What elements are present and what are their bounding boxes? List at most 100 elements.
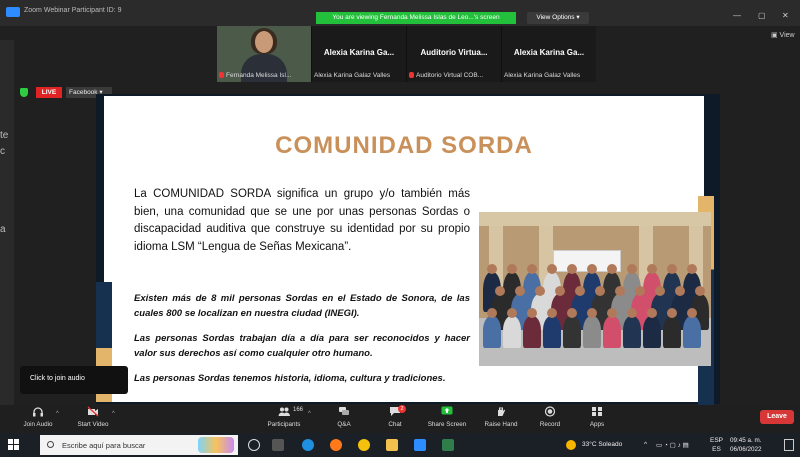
clock[interactable]: 09:45 a. m. 06/06/2022	[730, 436, 762, 454]
participants-label: Participants	[267, 421, 301, 428]
show-hidden-icons-chevron-icon[interactable]: ^	[644, 441, 647, 448]
file-explorer-icon[interactable]	[386, 439, 398, 451]
slide-title: COMUNIDAD SORDA	[275, 132, 533, 159]
apps-icon	[592, 407, 602, 416]
photo-person-head	[595, 286, 605, 296]
windows-taskbar: Escribe aquí para buscar 33°C Soleado ^ …	[0, 433, 800, 457]
close-window-button[interactable]: ✕	[782, 11, 789, 20]
layout-code: ES	[712, 446, 721, 453]
participant-strip: Fernanda Melissa Isl... Alexia Karina Ga…	[217, 26, 596, 82]
cortana-icon[interactable]	[248, 439, 260, 451]
photo-person	[683, 316, 701, 348]
participants-count: 166	[293, 407, 304, 413]
tooltip-text: Click to join audio	[30, 375, 85, 382]
photo-person-head	[635, 286, 645, 296]
app-taskbar-icon[interactable]	[442, 439, 454, 451]
photo-person-head	[487, 264, 497, 274]
zoom-taskbar-icon[interactable]	[414, 439, 426, 451]
photo-person-head	[627, 264, 637, 274]
photo-person-head	[527, 264, 537, 274]
maximize-button[interactable]: ▢	[758, 11, 766, 20]
background-text-fragment: te	[0, 130, 9, 141]
viewing-screen-banner: You are viewing Fernanda Melissa Islas d…	[316, 12, 516, 24]
title-bar: Zoom Webinar Participant ID: 9 You are v…	[0, 0, 800, 26]
apps-button[interactable]: Apps	[584, 406, 610, 433]
notifications-icon[interactable]	[784, 439, 794, 451]
task-view-icon[interactable]	[272, 439, 284, 451]
participant-name: Alexia Karina Ga...	[323, 48, 395, 57]
photo-person-head	[507, 308, 517, 318]
background-text-fragment: a	[0, 224, 6, 235]
participant-tile[interactable]: Auditorio Virtua... Auditorio Virtual CO…	[407, 26, 501, 82]
chat-unread-badge: 2	[398, 405, 406, 413]
photo-person-head	[615, 286, 625, 296]
share-screen-button[interactable]: Share Screen	[425, 406, 469, 433]
photo-person-head	[607, 264, 617, 274]
photo-person-head	[687, 308, 697, 318]
audio-options-chevron-icon[interactable]: ^	[56, 411, 59, 417]
weather-text[interactable]: 33°C Soleado	[582, 441, 622, 448]
participant-label: Alexia Karina Galaz Valles	[504, 72, 581, 79]
qa-button[interactable]: Q&A	[330, 406, 358, 433]
video-off-icon	[87, 406, 99, 417]
join-audio-tooltip: Click to join audio	[20, 366, 128, 394]
raise-hand-button[interactable]: Raise Hand	[482, 406, 520, 433]
slide-paragraph: La COMUNIDAD SORDA significa un grupo y/…	[134, 188, 470, 253]
apps-label: Apps	[589, 421, 605, 428]
view-options-button[interactable]: View Options ▾	[527, 12, 589, 24]
sun-icon	[566, 440, 576, 450]
photo-person-head	[567, 264, 577, 274]
chrome-icon[interactable]	[358, 439, 370, 451]
window-title: Zoom Webinar Participant ID: 9	[24, 7, 122, 14]
clock-date: 06/06/2022	[730, 446, 762, 453]
qa-label: Q&A	[337, 421, 351, 428]
group-photo	[479, 212, 711, 366]
taskbar-search-input[interactable]: Escribe aquí para buscar	[40, 435, 238, 455]
participant-label: Alexia Karina Galaz Valles	[314, 72, 391, 79]
gallery-view-button[interactable]: ▣ View	[771, 31, 795, 39]
join-audio-label: Join Audio	[23, 421, 53, 428]
record-button[interactable]: Record	[536, 406, 564, 433]
leave-button[interactable]: Leave	[760, 410, 794, 424]
language-indicator[interactable]: ESP ES	[710, 436, 723, 454]
participants-icon	[278, 407, 290, 416]
edge-browser-icon[interactable]	[302, 439, 314, 451]
photo-person	[523, 316, 541, 348]
participant-tile-video[interactable]: Fernanda Melissa Isl...	[217, 26, 311, 82]
photo-person-head	[667, 264, 677, 274]
video-options-chevron-icon[interactable]: ^	[112, 411, 115, 417]
record-icon	[544, 406, 556, 417]
photo-person-head	[547, 308, 557, 318]
background-window-edge: te c a	[0, 40, 14, 410]
firefox-icon[interactable]	[330, 439, 342, 451]
system-tray-icons[interactable]: ▭ ◔ ▢ ♪ ▤	[656, 441, 689, 449]
photo-person	[483, 316, 501, 348]
photo-person	[663, 316, 681, 348]
minimize-button[interactable]: —	[733, 11, 741, 20]
qa-bubble-icon	[339, 407, 349, 415]
language-code: ESP	[710, 437, 724, 444]
participant-label: Auditorio Virtual COB...	[416, 72, 484, 79]
photo-person-head	[675, 286, 685, 296]
photo-person-head	[495, 286, 505, 296]
photo-person	[643, 316, 661, 348]
photo-person-head	[487, 308, 497, 318]
photo-crowd	[483, 264, 709, 356]
participant-tile[interactable]: Alexia Karina Ga... Alexia Karina Galaz …	[502, 26, 596, 82]
zoom-logo-icon	[6, 7, 20, 17]
presentation-slide: COMUNIDAD SORDA La COMUNIDAD SORDA signi…	[96, 96, 714, 406]
photo-person-head	[687, 264, 697, 274]
join-audio-button[interactable]: Join Audio	[18, 406, 58, 433]
share-screen-label: Share Screen	[427, 421, 467, 428]
photo-person-head	[587, 308, 597, 318]
participant-tile[interactable]: Alexia Karina Ga... Alexia Karina Galaz …	[312, 26, 406, 82]
photo-person-head	[547, 264, 557, 274]
participants-options-chevron-icon[interactable]: ^	[308, 411, 311, 417]
photo-person-head	[535, 286, 545, 296]
photo-person	[543, 316, 561, 348]
slide-fact-2: Las personas Sordas trabajan día a día p…	[134, 333, 470, 359]
start-video-button[interactable]: Start Video	[72, 406, 114, 433]
slide-fact-1: Existen más de 8 mil personas Sordas en …	[134, 293, 470, 319]
search-icon	[47, 441, 54, 448]
windows-start-icon[interactable]	[8, 439, 20, 451]
